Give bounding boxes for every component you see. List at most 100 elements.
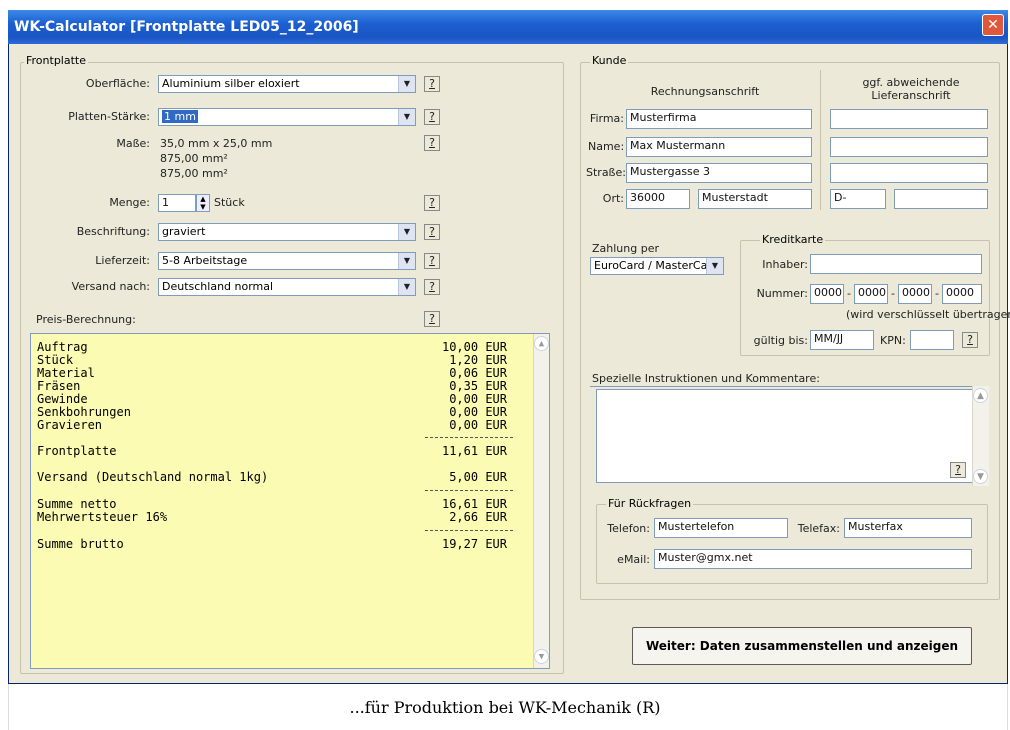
telefon-label: Telefon: xyxy=(607,522,650,535)
scroll-up-icon[interactable]: ▲ xyxy=(534,336,549,351)
oberflaeche-label: Oberfläche: xyxy=(85,77,150,90)
email-input[interactable]: Muster@gmx.net xyxy=(654,549,972,569)
preis-row-name: Versand (Deutschland normal 1kg) xyxy=(37,470,269,484)
beschriftung-help-button[interactable]: ? xyxy=(424,224,440,240)
platten-staerke-help-button[interactable]: ? xyxy=(424,109,440,125)
strasse-input[interactable]: Mustergasse 3 xyxy=(626,163,812,183)
menge-help-button[interactable]: ? xyxy=(424,195,440,211)
zahlung-select[interactable]: EuroCard / MasterCard ▼ xyxy=(590,257,724,275)
masse-area: 875,00 mm² xyxy=(160,152,228,165)
strasse-alt-input[interactable] xyxy=(830,163,988,183)
column-divider xyxy=(820,70,821,210)
platten-staerke-value: 1 mm xyxy=(162,110,198,123)
kartennummer-input-3[interactable]: 0000 xyxy=(898,284,932,304)
preis-row-value: 10,00 EUR xyxy=(441,340,507,354)
preis-berechnung-label: Preis-Berechnung: xyxy=(36,313,136,326)
weiter-button[interactable]: Weiter: Daten zusammenstellen und anzeig… xyxy=(632,627,972,665)
lieferzeit-help-button[interactable]: ? xyxy=(424,253,440,269)
firma-alt-input[interactable] xyxy=(830,109,988,129)
lieferanschrift-heading: ggf. abweichende Lieferanschrift xyxy=(862,76,960,102)
chevron-down-icon[interactable]: ▼ xyxy=(398,224,415,240)
telefon-input[interactable]: Mustertelefon xyxy=(654,518,788,538)
firma-input[interactable]: Musterfirma xyxy=(626,109,812,129)
name-input[interactable]: Max Mustermann xyxy=(626,137,812,157)
kpn-input[interactable] xyxy=(910,330,954,350)
beschriftung-select[interactable]: graviert ▼ xyxy=(158,223,416,241)
chevron-down-icon[interactable]: ▼ xyxy=(398,109,415,125)
zahlung-value: EuroCard / MasterCard xyxy=(594,259,719,272)
alt-plz-input[interactable]: D- xyxy=(830,189,886,209)
scroll-down-icon[interactable]: ▼ xyxy=(534,649,549,664)
scroll-up-icon[interactable]: ▲ xyxy=(973,388,988,403)
gueltig-input[interactable]: MM/JJ xyxy=(810,330,874,350)
masse-help-button[interactable]: ? xyxy=(424,135,440,151)
telefax-input[interactable]: Musterfax xyxy=(844,518,972,538)
rueckfragen-label: Für Rückfragen xyxy=(606,497,694,510)
menge-unit: Stück xyxy=(214,196,245,209)
preis-row-name: Gewinde xyxy=(37,392,88,406)
inhaber-input[interactable] xyxy=(810,254,982,274)
name-alt-input[interactable] xyxy=(830,137,988,157)
inhaber-label: Inhaber: xyxy=(762,258,808,271)
lieferzeit-label: Lieferzeit: xyxy=(95,254,150,267)
platten-staerke-select[interactable]: 1 mm ▼ xyxy=(158,108,416,126)
instruktionen-textarea[interactable] xyxy=(596,389,974,483)
telefax-label: Telefax: xyxy=(797,522,840,535)
versand-help-button[interactable]: ? xyxy=(424,279,440,295)
versand-nach-label: Versand nach: xyxy=(71,280,150,293)
kartennummer-input-1[interactable]: 0000 xyxy=(810,284,844,304)
kartennummer-input-2[interactable]: 0000 xyxy=(854,284,888,304)
masse-dimensions: 35,0 mm x 25,0 mm xyxy=(160,137,273,150)
plz-input[interactable]: 36000 xyxy=(626,189,690,209)
oberflaeche-select[interactable]: Aluminium silber eloxiert ▼ xyxy=(158,75,416,93)
close-button[interactable]: ✕ xyxy=(982,14,1004,36)
rechnungsanschrift-heading: Rechnungsanschrift xyxy=(650,85,760,98)
oberflaeche-help-button[interactable]: ? xyxy=(424,76,440,92)
scroll-down-icon[interactable]: ▼ xyxy=(973,469,988,484)
window-title: WK-Calculator [Frontplatte LED05_12_2006… xyxy=(8,10,1008,44)
preis-row-value: 0,00 EUR xyxy=(449,418,507,432)
preis-row-name: Summe brutto xyxy=(37,537,124,551)
menge-label: Menge: xyxy=(109,196,150,209)
preis-separator xyxy=(425,490,513,491)
ort-label: Ort: xyxy=(602,192,624,205)
preis-row-value: 2,66 EUR xyxy=(449,510,507,524)
nummer-dash: - xyxy=(935,287,939,300)
strasse-label: Straße: xyxy=(586,166,626,179)
instruktionen-scrollbar[interactable]: ▲ ▼ xyxy=(972,386,989,486)
preis-row-name: Mehrwertsteuer 16% xyxy=(37,510,168,524)
preis-row-value: 0,00 EUR xyxy=(449,392,507,406)
preis-row-name: Summe netto xyxy=(37,497,117,511)
oberflaeche-value: Aluminium silber eloxiert xyxy=(162,77,300,90)
chevron-down-icon[interactable]: ▼ xyxy=(398,76,415,92)
preis-row-value: 0,35 EUR xyxy=(449,379,507,393)
alt-ort-input[interactable] xyxy=(894,189,988,209)
menge-input[interactable]: 1 xyxy=(158,194,196,212)
preis-row-value: 5,00 EUR xyxy=(449,470,507,484)
chevron-down-icon[interactable]: ▼ xyxy=(706,258,723,274)
kartennummer-input-4[interactable]: 0000 xyxy=(942,284,982,304)
ort-input[interactable]: Musterstadt xyxy=(698,189,812,209)
nummer-dash: - xyxy=(891,287,895,300)
instruktionen-help-button[interactable]: ? xyxy=(950,462,966,478)
versand-nach-select[interactable]: Deutschland normal ▼ xyxy=(158,278,416,296)
preis-row-name: Senkbohrungen xyxy=(37,405,131,419)
kreditkarte-label: Kreditkarte xyxy=(760,233,826,246)
preis-row-value: 11,61 EUR xyxy=(441,444,507,458)
preis-scrollbar[interactable]: ▲ ▼ xyxy=(533,334,549,668)
zahlung-label: Zahlung per xyxy=(592,242,659,255)
chevron-down-icon[interactable]: ▼ xyxy=(398,279,415,295)
menge-spinner[interactable]: ▲ ▼ xyxy=(196,194,210,212)
preis-row-value: 1,20 EUR xyxy=(449,353,507,367)
preis-row-name: Gravieren xyxy=(37,418,103,432)
chevron-down-icon[interactable]: ▼ xyxy=(398,253,415,269)
lieferzeit-select[interactable]: 5-8 Arbeitstage ▼ xyxy=(158,252,416,270)
verschluesselt-note: (wird verschlüsselt übertragen) xyxy=(846,308,1010,321)
preis-row-name: Auftrag xyxy=(37,340,88,354)
zahlung-help-button[interactable]: ? xyxy=(962,332,978,348)
preis-separator xyxy=(425,530,513,531)
masse-area-2: 875,00 mm² xyxy=(160,167,228,180)
instruktionen-divider xyxy=(590,386,972,387)
preis-help-button[interactable]: ? xyxy=(424,311,440,327)
preis-row-name: Material xyxy=(37,366,95,380)
